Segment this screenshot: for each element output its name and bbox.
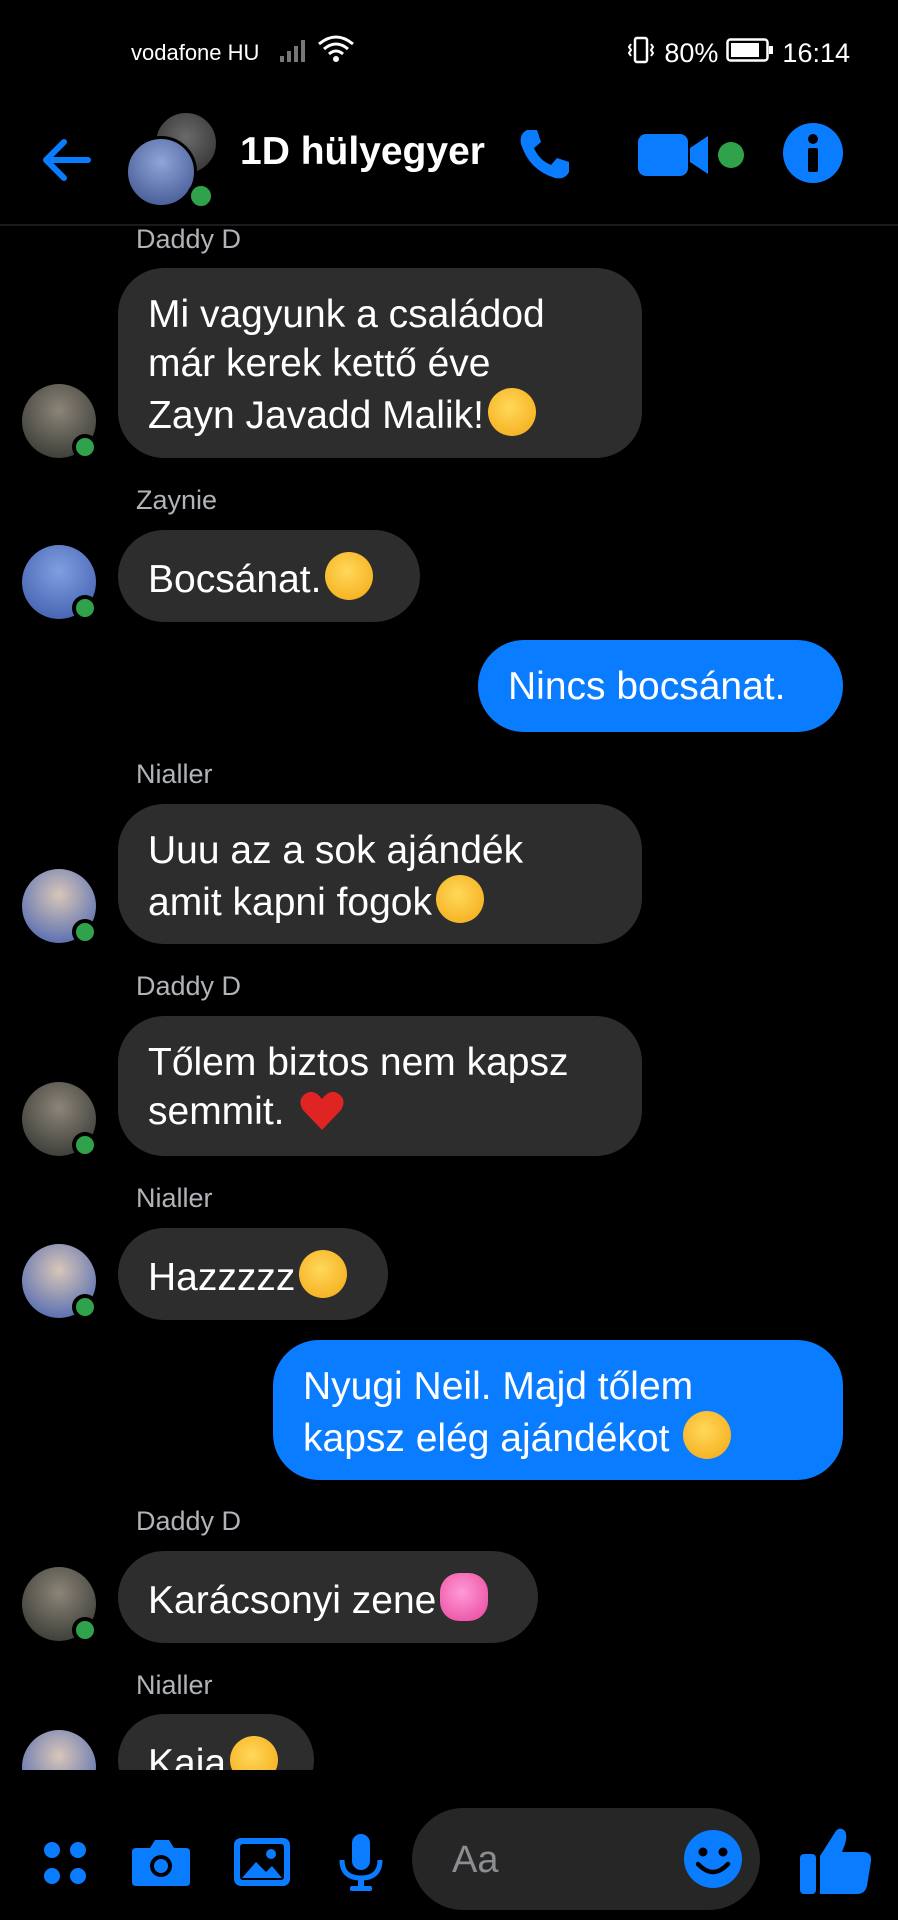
message-bubble-outgoing[interactable]: Nyugi Neil. Majd tőlem kapsz elég ajándé…	[273, 1340, 843, 1480]
avatar[interactable]	[22, 1567, 98, 1643]
message-bubble[interactable]: Hazzzzz	[118, 1228, 388, 1320]
message-text: már kerek kettő éve	[148, 342, 491, 385]
online-indicator	[72, 919, 98, 945]
active-call-dot	[718, 142, 744, 168]
wifi-icon	[317, 34, 355, 69]
message-bubble[interactable]: Uuu az a sok ajándék amit kapni fogok	[118, 804, 642, 944]
message-text: Uuu az a sok ajándék	[148, 829, 524, 872]
message-input-box[interactable]	[412, 1808, 760, 1910]
message-text: Mi vagyunk a családod	[148, 293, 545, 336]
sender-name: Nialler	[136, 759, 213, 789]
message-text: Tőlem biztos nem kapsz	[148, 1041, 569, 1084]
online-indicator	[72, 1617, 98, 1643]
heart-eyes-emoji	[683, 1411, 732, 1459]
red-heart-emoji	[299, 1090, 345, 1132]
sender-name: Zaynie	[136, 485, 218, 515]
carrier-name: vodafone HU	[131, 40, 260, 65]
grin-emoji	[436, 875, 484, 923]
sender-name: Nialler	[136, 1670, 213, 1700]
apps-grid-icon[interactable]	[30, 1826, 100, 1896]
message-input[interactable]	[450, 1834, 674, 1886]
online-indicator	[72, 434, 98, 460]
message-bubble[interactable]: Mi vagyunk a családod már kerek kettő év…	[118, 268, 642, 458]
eye-roll-emoji	[325, 552, 374, 600]
message-bubble[interactable]: Karácsonyi zene	[118, 1551, 538, 1643]
message-text: Bocsánat.	[148, 558, 322, 601]
two-hearts-emoji	[440, 1573, 489, 1621]
chat-header: 1D hülyegyer	[0, 100, 898, 226]
online-indicator	[72, 1132, 98, 1158]
message-text: amit kapni fogok	[148, 881, 432, 924]
clock: 16:14	[782, 38, 850, 68]
message-text: kapsz elég ajándékot	[303, 1417, 670, 1460]
sender-name: Daddy D	[136, 971, 242, 1001]
online-indicator	[72, 1294, 98, 1320]
avatar[interactable]	[22, 869, 98, 945]
info-icon[interactable]	[782, 122, 844, 184]
message-text: semmit.	[148, 1090, 285, 1133]
thread-bottom-edge	[0, 1770, 898, 1800]
chat-title[interactable]: 1D hülyegyer	[240, 130, 485, 174]
microphone-icon[interactable]	[326, 1826, 396, 1896]
status-bar: vodafone HU 80% 16:14	[0, 0, 898, 100]
message-text: Nincs bocsánat.	[508, 665, 786, 708]
online-indicator	[187, 182, 215, 210]
signal-icon	[280, 36, 310, 67]
gallery-icon[interactable]	[226, 1826, 296, 1896]
sender-name: Daddy D	[136, 1506, 242, 1536]
sender-name: Nialler	[136, 1183, 213, 1213]
message-bubble[interactable]: Tőlem biztos nem kapsz semmit.	[118, 1016, 642, 1156]
emoji-icon[interactable]	[682, 1828, 744, 1890]
camera-icon[interactable]	[126, 1826, 196, 1896]
message-text: Hazzzzz	[148, 1256, 296, 1299]
back-arrow-icon[interactable]	[36, 130, 96, 190]
message-text: Karácsonyi zene	[148, 1579, 437, 1622]
avatar[interactable]	[22, 1244, 98, 1320]
battery-icon	[726, 38, 774, 69]
loud-crying-emoji	[299, 1250, 348, 1298]
angry-steam-emoji	[487, 388, 536, 436]
message-bubble-outgoing[interactable]: Nincs bocsánat.	[478, 640, 843, 732]
message-text: Nyugi Neil. Majd tőlem	[303, 1365, 694, 1408]
group-avatar[interactable]	[125, 110, 219, 210]
message-text: Zayn Javadd Malik!	[148, 394, 484, 437]
message-bubble[interactable]: Bocsánat.	[118, 530, 420, 622]
status-right: 80% 16:14	[626, 36, 850, 71]
phone-icon[interactable]	[515, 124, 575, 184]
online-indicator	[72, 595, 98, 621]
thumbs-up-icon[interactable]	[796, 1820, 876, 1900]
sender-name: Daddy D	[136, 224, 242, 254]
avatar[interactable]	[22, 1082, 98, 1158]
avatar[interactable]	[22, 384, 98, 460]
vibrate-icon	[626, 36, 656, 71]
battery-percent: 80%	[664, 38, 719, 68]
avatar[interactable]	[22, 545, 98, 621]
video-camera-icon[interactable]	[636, 130, 712, 180]
